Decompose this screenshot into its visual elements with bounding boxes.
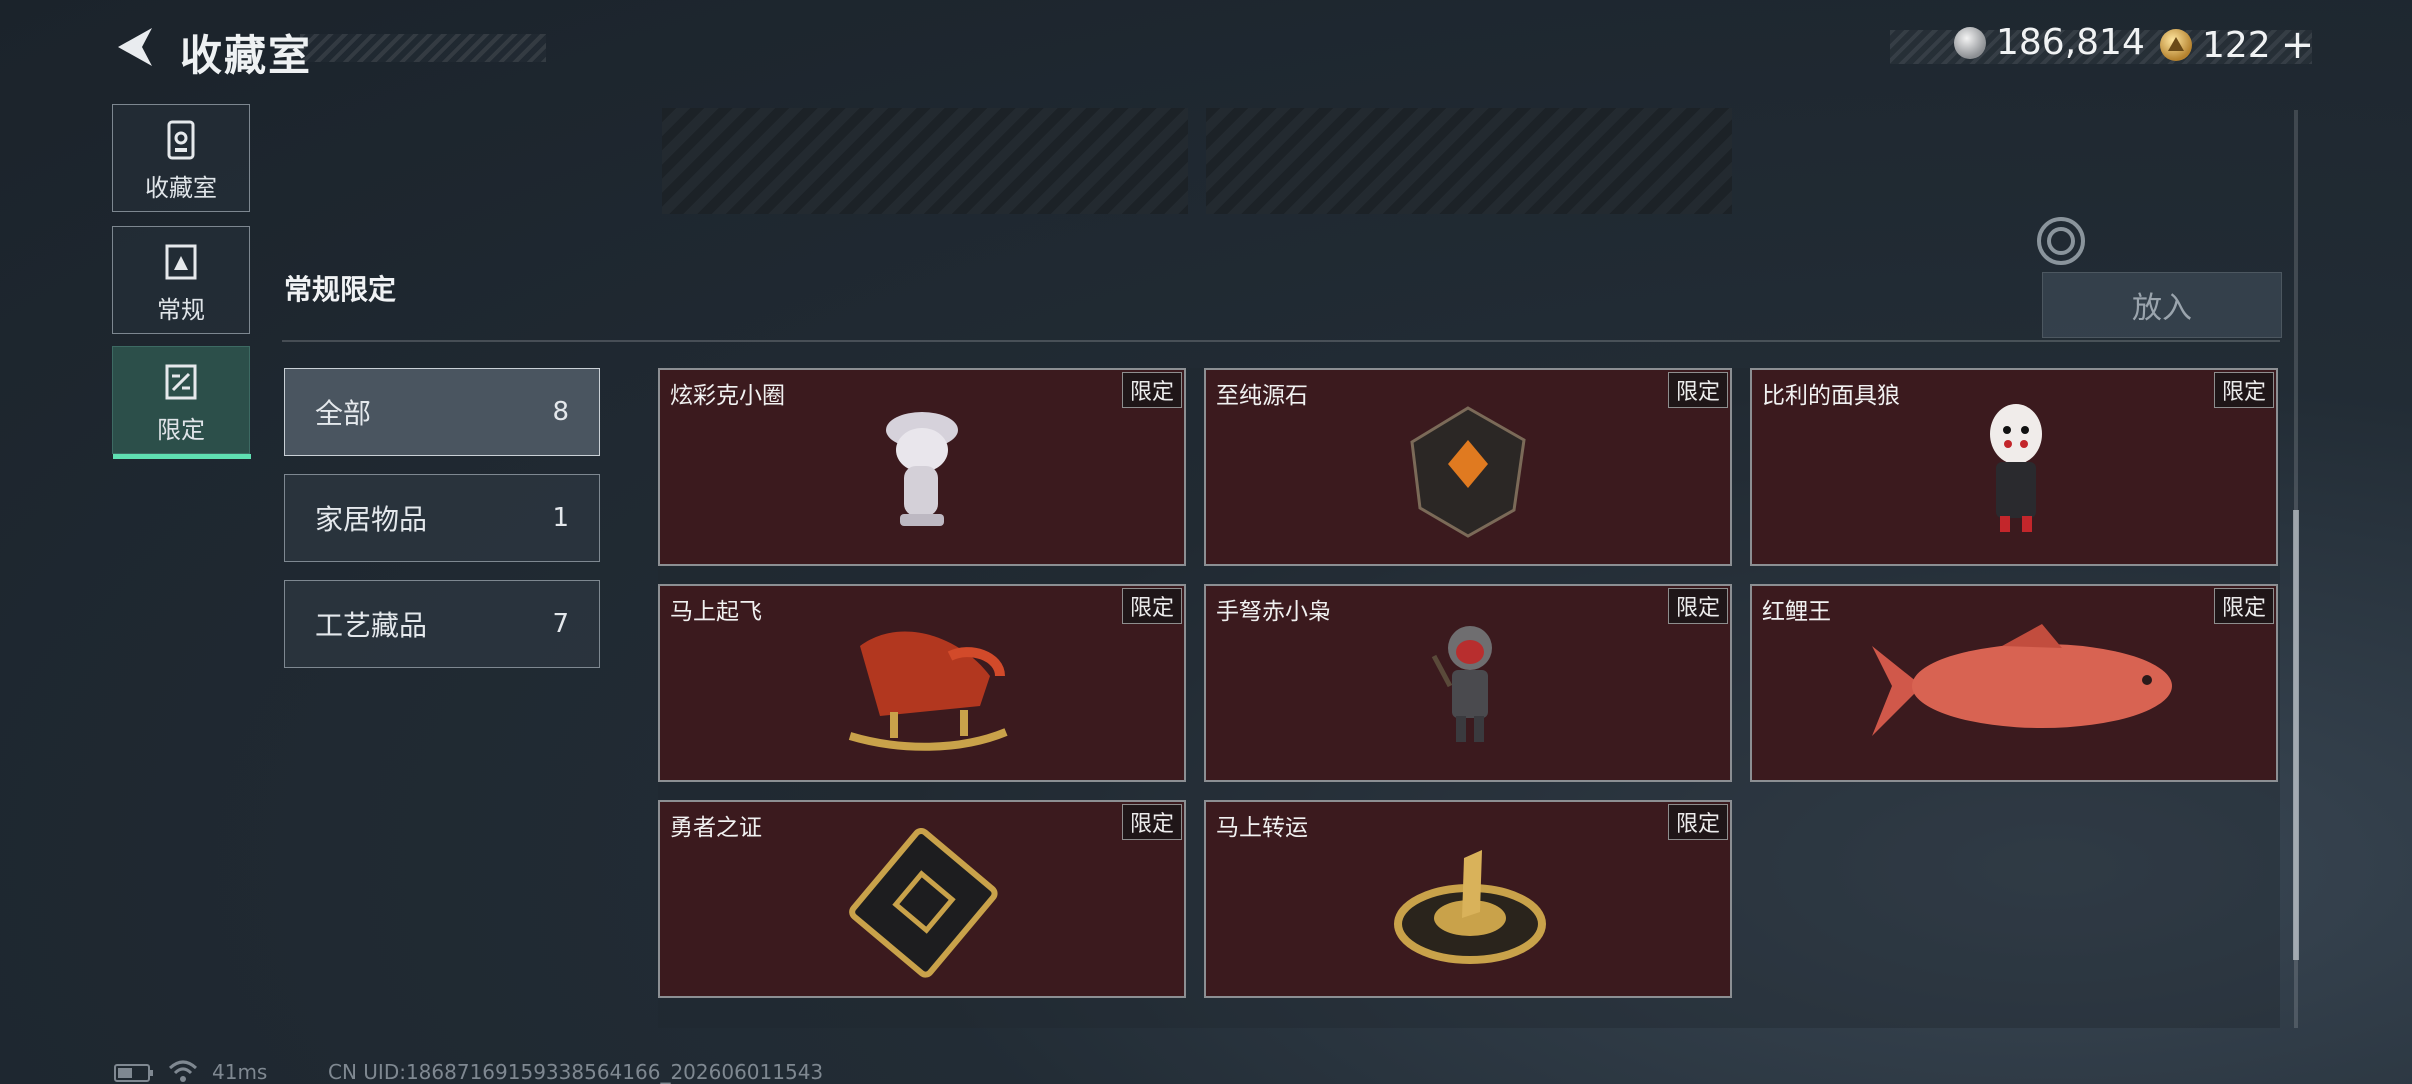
wifi-icon (168, 1060, 198, 1082)
silver-coin-icon (1954, 26, 1986, 59)
ring-icon[interactable] (2036, 216, 2086, 266)
item-card[interactable]: 马上转运 限定 (1204, 800, 1732, 998)
item-card[interactable]: 马上起飞 限定 (658, 584, 1186, 782)
limited-badge: 限定 (1668, 372, 1728, 408)
item-card[interactable]: 炫彩克小圈 限定 (658, 368, 1186, 566)
limited-badge: 限定 (1122, 588, 1182, 624)
nav-regular[interactable]: 常规 (112, 226, 250, 334)
empty-slot[interactable] (1206, 108, 1732, 214)
gold-currency[interactable]: 122 + (2160, 22, 2314, 68)
gold-coin-icon (2160, 29, 2192, 61)
divider (282, 340, 2280, 342)
scrollbar-thumb[interactable] (2293, 510, 2299, 960)
add-currency-button[interactable]: + (2281, 22, 2315, 68)
limited-badge: 限定 (2214, 372, 2274, 408)
limited-icon (165, 364, 197, 400)
nav-label: 常规 (157, 296, 205, 324)
active-indicator (113, 454, 251, 459)
nav-limited[interactable]: 限定 (112, 346, 251, 459)
page-title: 收藏室 (180, 31, 313, 80)
regular-icon (165, 244, 197, 280)
limited-badge: 限定 (1122, 804, 1182, 840)
collection-icon (167, 120, 195, 160)
limited-badge: 限定 (1668, 804, 1728, 840)
nav-collection-room[interactable]: 收藏室 (112, 104, 250, 212)
put-in-button[interactable]: 放入 (2042, 272, 2282, 338)
item-card[interactable]: 勇者之证 限定 (658, 800, 1186, 998)
limited-badge: 限定 (1668, 588, 1728, 624)
ping-readout: 41ms (212, 1060, 268, 1084)
empty-slot[interactable] (662, 108, 1188, 214)
carp-image (1872, 624, 2172, 736)
category-craft[interactable]: 工艺藏品 7 (284, 580, 600, 668)
limited-badge: 限定 (2214, 588, 2274, 624)
uid-readout: CN UID:18687169159338564166_202606011543 (328, 1060, 824, 1084)
back-arrow-icon[interactable] (112, 24, 158, 70)
item-card[interactable]: 红鲤王 限定 (1750, 584, 2278, 782)
limited-badge: 限定 (1122, 372, 1182, 408)
nav-label: 收藏室 (145, 174, 217, 202)
nav-label: 限定 (157, 416, 205, 444)
category-household[interactable]: 家居物品 1 (284, 474, 600, 562)
silver-currency: 186,814 (1954, 22, 2145, 63)
battery-icon (114, 1064, 153, 1082)
item-card[interactable]: 比利的面具狼 限定 (1750, 368, 2278, 566)
section-title: 常规限定 (284, 273, 397, 306)
item-card[interactable]: 至纯源石 限定 (1204, 368, 1732, 566)
item-card[interactable]: 手弩赤小枭 限定 (1204, 584, 1732, 782)
category-all[interactable]: 全部 8 (284, 368, 600, 456)
title-decoration (300, 34, 546, 62)
